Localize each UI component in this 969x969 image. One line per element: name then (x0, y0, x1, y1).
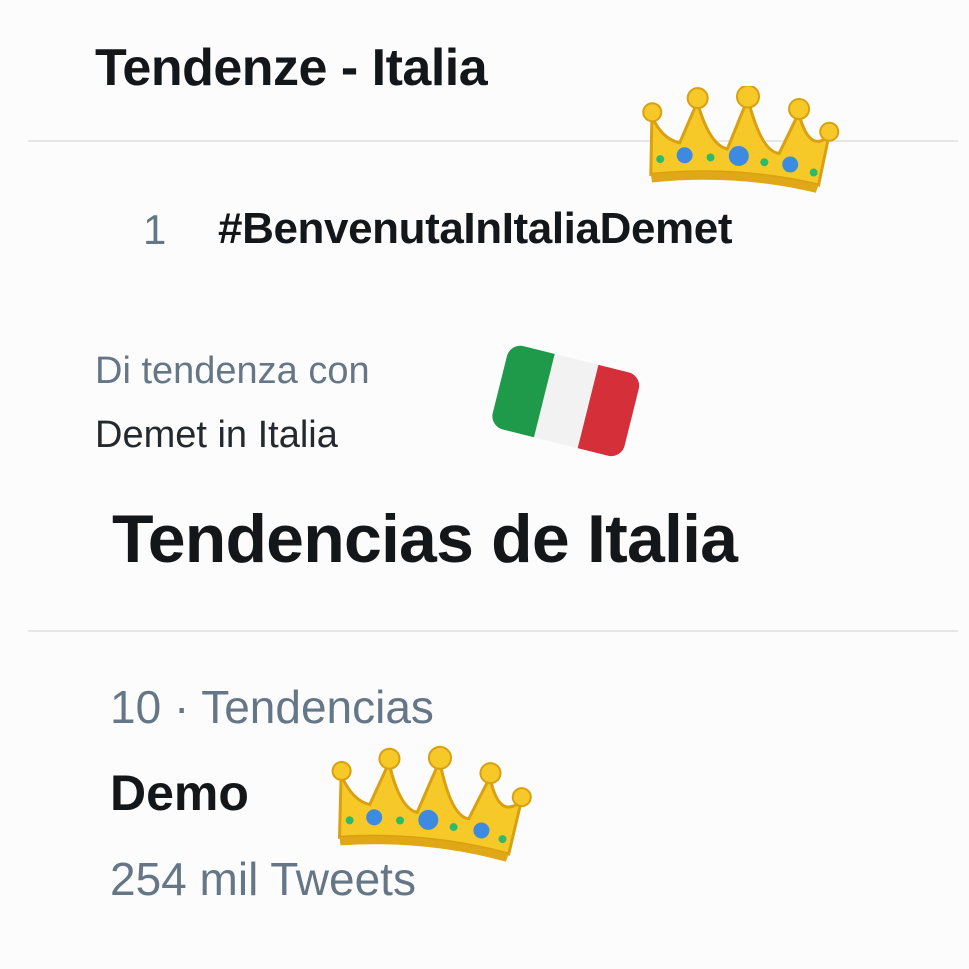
section-title-italia: Tendenze - Italia (95, 39, 488, 97)
trend-hashtag-link[interactable]: #BenvenutaInItaliaDemet (218, 204, 732, 254)
crown-icon (640, 86, 840, 198)
trend-rank: 1 (143, 206, 167, 253)
divider-bottom (28, 630, 958, 632)
trend-context-line2: Demet in Italia (95, 414, 338, 456)
italy-flag-icon (492, 336, 640, 464)
crown-icon (328, 744, 532, 868)
trend-context-line1: Di tendenza con (95, 350, 370, 392)
trend-name-link[interactable]: Demo (110, 764, 249, 822)
tweet-trend-collage: Tendenze - Italia 1 #BenvenutaInItaliaDe… (0, 0, 969, 969)
section-title-tendencias: Tendencias de Italia (112, 501, 738, 577)
trend-meta: 10 · Tendencias (110, 681, 434, 733)
